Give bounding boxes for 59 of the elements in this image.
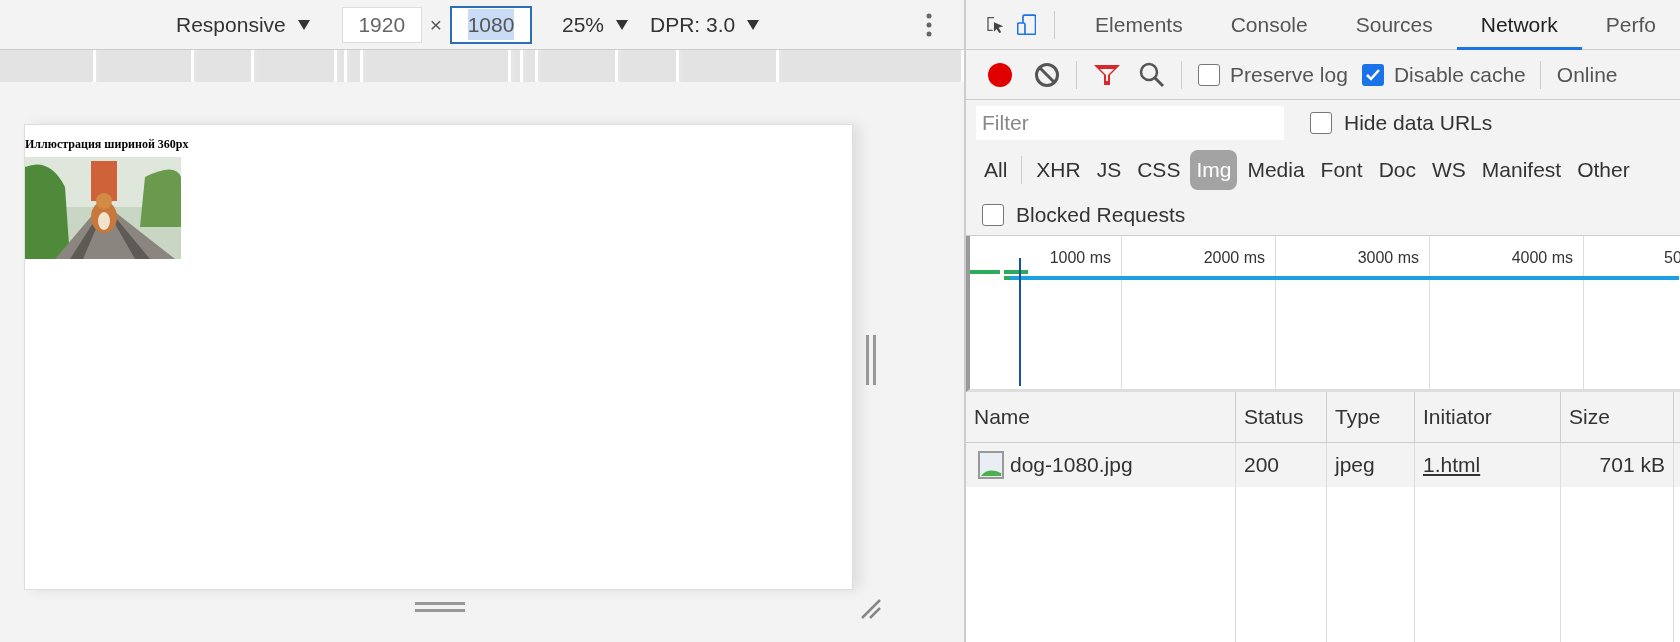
check-icon [1365,68,1380,81]
column-header[interactable]: Initiator [1415,392,1561,442]
initiator-link[interactable]: 1.html [1423,449,1481,481]
timeline-tick-label: 1000 ms [1049,248,1111,268]
checkbox[interactable] [1361,63,1384,86]
type-filter[interactable]: Media [1241,150,1311,190]
checkbox[interactable] [1198,63,1220,86]
caret-icon [747,19,760,30]
record-icon[interactable] [986,60,1014,89]
page-heading: Иллюстрация шириной 360px [25,136,190,153]
resize-corner-icon[interactable] [860,598,882,620]
image-file-icon [978,451,1004,479]
type-filter[interactable]: JS [1090,150,1128,190]
checkbox-label: Disable cache [1393,61,1526,88]
devtools-tab[interactable]: Sources [1331,0,1457,50]
type-filter[interactable]: All [978,150,1014,190]
type-filter[interactable]: Doc [1372,150,1422,190]
devtools-tab[interactable]: Console [1206,0,1332,50]
column-header[interactable]: Name [966,392,1236,442]
type-filter[interactable]: XHR [1030,150,1087,190]
type-filter[interactable]: WS [1426,150,1472,190]
caret-icon [616,19,629,30]
type-filter[interactable]: Font [1314,150,1369,190]
resize-handle-icon[interactable] [415,602,465,612]
caret-icon [297,19,310,30]
resize-handle-icon[interactable] [866,335,876,385]
type-filter[interactable]: Other [1571,150,1636,190]
dpr-dropdown[interactable]: DPR: 3.0 [650,8,760,41]
type-filter[interactable]: CSS [1131,150,1187,190]
throttling-dropdown[interactable]: Online [1556,58,1618,91]
width-field[interactable]: 1920 [341,6,422,43]
checkbox[interactable] [982,203,1004,226]
checkbox-label: Preserve log [1230,61,1348,88]
table-cell-text: jpeg [1335,452,1375,479]
times-sign: × [429,11,442,38]
checkbox-label: Hide data URLs [1344,110,1493,137]
height-field[interactable]: 1080 [450,5,532,44]
checkbox-label: Blocked Requests [1016,201,1186,228]
column-header[interactable]: Type [1327,392,1415,442]
column-header[interactable]: Status [1236,392,1327,442]
filter-icon[interactable] [1093,62,1121,87]
devtools-tab[interactable]: Perfo [1581,0,1680,50]
device-dropdown[interactable]: Responsive [176,8,310,41]
devtools-tab[interactable]: Elements [1071,0,1207,50]
timeline-tick-label: 2000 ms [1203,248,1265,268]
clear-icon[interactable] [1034,61,1060,88]
column-header[interactable]: Size [1561,392,1674,442]
checkbox[interactable] [1310,112,1332,134]
type-filter[interactable]: Manifest [1475,150,1568,190]
table-cell-text: 701 kB [1599,452,1665,479]
filter-field[interactable]: Filter [976,106,1284,140]
devtools-tab[interactable]: Network [1456,0,1582,50]
timeline-tick-label: 4000 ms [1511,248,1573,268]
table-cell-text: dog-1080.jpg [1010,452,1133,479]
timeline-tick-label: 3000 ms [1357,248,1419,268]
more-menu-icon[interactable] [926,12,932,37]
search-icon[interactable] [1139,61,1165,88]
table-cell-text: 200 [1244,452,1280,479]
zoom-dropdown[interactable]: 25% [562,8,629,41]
